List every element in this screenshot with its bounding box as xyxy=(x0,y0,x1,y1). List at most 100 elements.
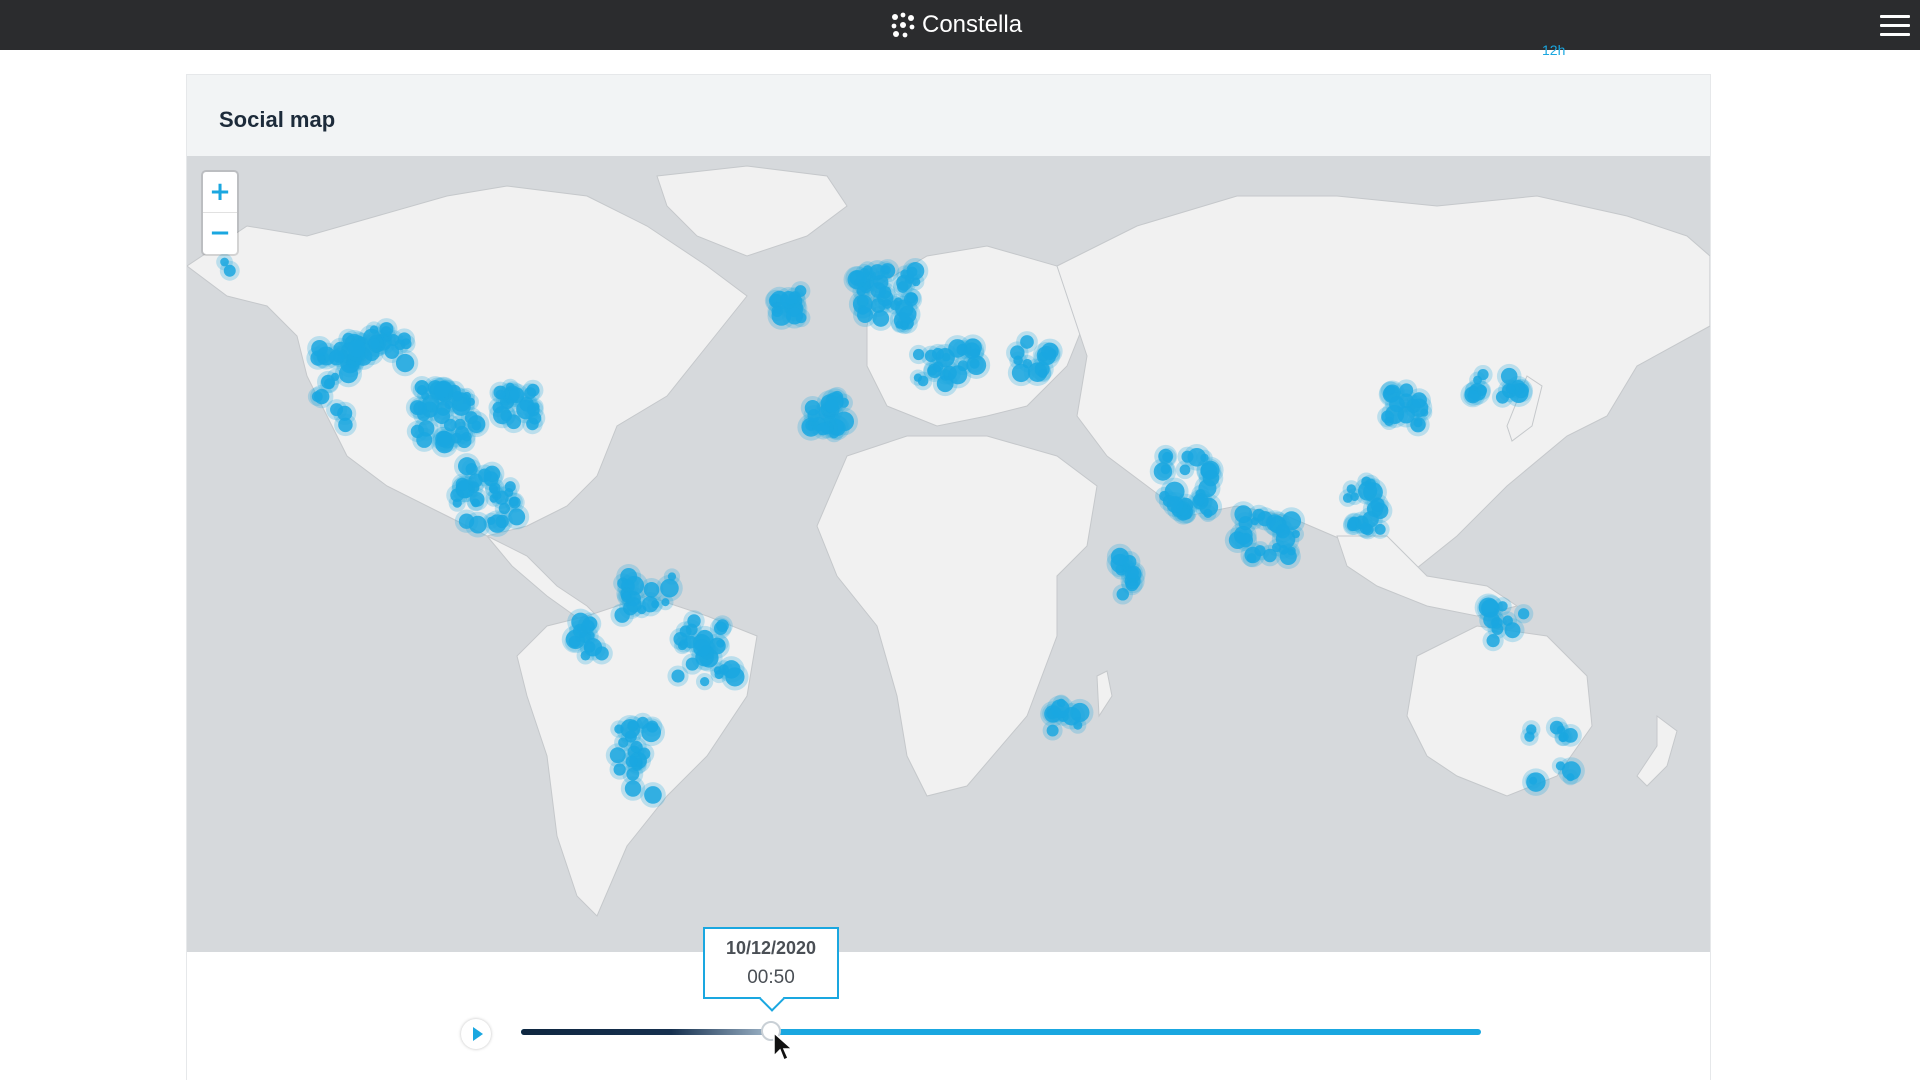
activity-marker xyxy=(1529,776,1538,785)
timeline-slider[interactable] xyxy=(521,1029,1481,1035)
activity-marker xyxy=(1517,608,1530,620)
world-map-canvas xyxy=(187,165,1710,917)
activity-marker xyxy=(1481,599,1500,618)
world-map[interactable]: + − xyxy=(187,156,1710,952)
africa-shape xyxy=(816,435,1098,797)
activity-marker xyxy=(416,431,433,448)
activity-marker xyxy=(384,344,400,359)
land-layer xyxy=(187,165,1710,917)
activity-marker xyxy=(338,364,359,384)
activity-marker xyxy=(786,307,803,325)
activity-marker xyxy=(509,496,519,507)
activity-marker xyxy=(641,722,662,743)
activity-marker xyxy=(622,591,631,600)
activity-marker xyxy=(323,378,335,390)
mouse-cursor-icon xyxy=(773,1032,794,1062)
header-fragment-text: 12h xyxy=(1542,42,1566,58)
activity-marker xyxy=(660,578,679,598)
card-header: Social map xyxy=(187,75,1710,156)
activity-marker xyxy=(856,286,866,296)
activity-marker xyxy=(917,375,929,387)
activity-marker xyxy=(1524,731,1535,742)
activity-marker xyxy=(455,477,469,491)
social-map-card: Social map + − xyxy=(186,74,1711,1080)
card-title: Social map xyxy=(219,107,336,132)
brand[interactable]: Constella xyxy=(890,8,1022,42)
activity-marker xyxy=(807,409,821,423)
zoom-in-button[interactable]: + xyxy=(203,172,237,213)
top-bar: Constella xyxy=(0,0,1920,50)
activity-marker xyxy=(624,780,642,797)
timeline-progress xyxy=(521,1029,771,1035)
activity-marker xyxy=(1110,547,1129,566)
activity-marker xyxy=(1555,761,1566,771)
activity-marker xyxy=(1050,699,1070,719)
activity-marker xyxy=(1011,363,1031,383)
activity-marker xyxy=(1238,516,1253,531)
activity-marker xyxy=(223,264,236,277)
hamburger-menu-icon[interactable] xyxy=(1880,10,1910,40)
activity-marker xyxy=(625,755,638,768)
activity-marker xyxy=(489,482,501,495)
activity-marker xyxy=(948,339,967,358)
activity-marker xyxy=(435,430,452,448)
activity-marker xyxy=(722,660,741,679)
activity-marker xyxy=(583,638,603,657)
activity-marker xyxy=(1359,522,1372,535)
activity-marker xyxy=(1200,462,1218,480)
activity-marker xyxy=(870,282,887,299)
tooltip-date: 10/12/2020 xyxy=(725,938,817,958)
activity-marker xyxy=(948,365,968,385)
activity-marker xyxy=(471,498,480,508)
activity-marker xyxy=(857,306,874,324)
activity-marker xyxy=(516,399,536,420)
zoom-out-button[interactable]: − xyxy=(203,213,237,253)
activity-marker xyxy=(487,516,496,525)
activity-marker xyxy=(1505,383,1516,394)
activity-marker xyxy=(1278,545,1289,555)
activity-marker xyxy=(311,339,328,357)
activity-marker xyxy=(1193,495,1205,506)
activity-marker xyxy=(1203,508,1213,519)
brand-name: Constella xyxy=(922,11,1023,38)
activity-marker xyxy=(504,481,516,493)
greenland-shape xyxy=(656,165,848,257)
constellation-dots-icon xyxy=(891,12,915,38)
play-button[interactable] xyxy=(461,1019,491,1049)
activity-marker xyxy=(311,391,323,402)
activity-marker xyxy=(471,420,482,431)
activity-marker xyxy=(1160,464,1171,475)
activity-marker xyxy=(716,619,729,633)
activity-marker xyxy=(1126,566,1139,580)
activity-marker xyxy=(1162,451,1173,462)
activity-marker xyxy=(716,639,725,648)
activity-marker xyxy=(693,639,711,657)
activity-marker xyxy=(1556,725,1566,734)
activity-marker xyxy=(1041,342,1059,361)
activity-marker xyxy=(644,786,662,804)
activity-marker xyxy=(651,600,660,609)
activity-marker xyxy=(568,635,581,648)
activity-marker xyxy=(1370,497,1385,512)
activity-marker xyxy=(624,730,637,743)
activity-marker xyxy=(1413,418,1423,428)
activity-marker xyxy=(1411,392,1427,408)
activity-marker xyxy=(495,389,506,400)
activity-marker xyxy=(526,383,540,397)
activity-marker xyxy=(1473,375,1482,385)
activity-marker xyxy=(699,676,710,687)
activity-marker xyxy=(1467,390,1480,402)
tooltip-time: 00:50 xyxy=(747,967,795,988)
activity-marker xyxy=(932,347,945,360)
timeline-tooltip: 10/12/2020 00:50 xyxy=(703,927,839,999)
activity-marker xyxy=(1486,634,1500,648)
play-icon xyxy=(472,1027,483,1041)
activity-marker xyxy=(825,399,839,413)
activity-marker xyxy=(1504,622,1521,639)
activity-marker xyxy=(1166,496,1184,513)
activity-marker xyxy=(1046,724,1059,737)
activity-marker xyxy=(508,508,526,526)
zoom-control: + − xyxy=(203,172,237,254)
activity-marker xyxy=(912,348,925,361)
madagascar-shape xyxy=(1096,670,1113,718)
